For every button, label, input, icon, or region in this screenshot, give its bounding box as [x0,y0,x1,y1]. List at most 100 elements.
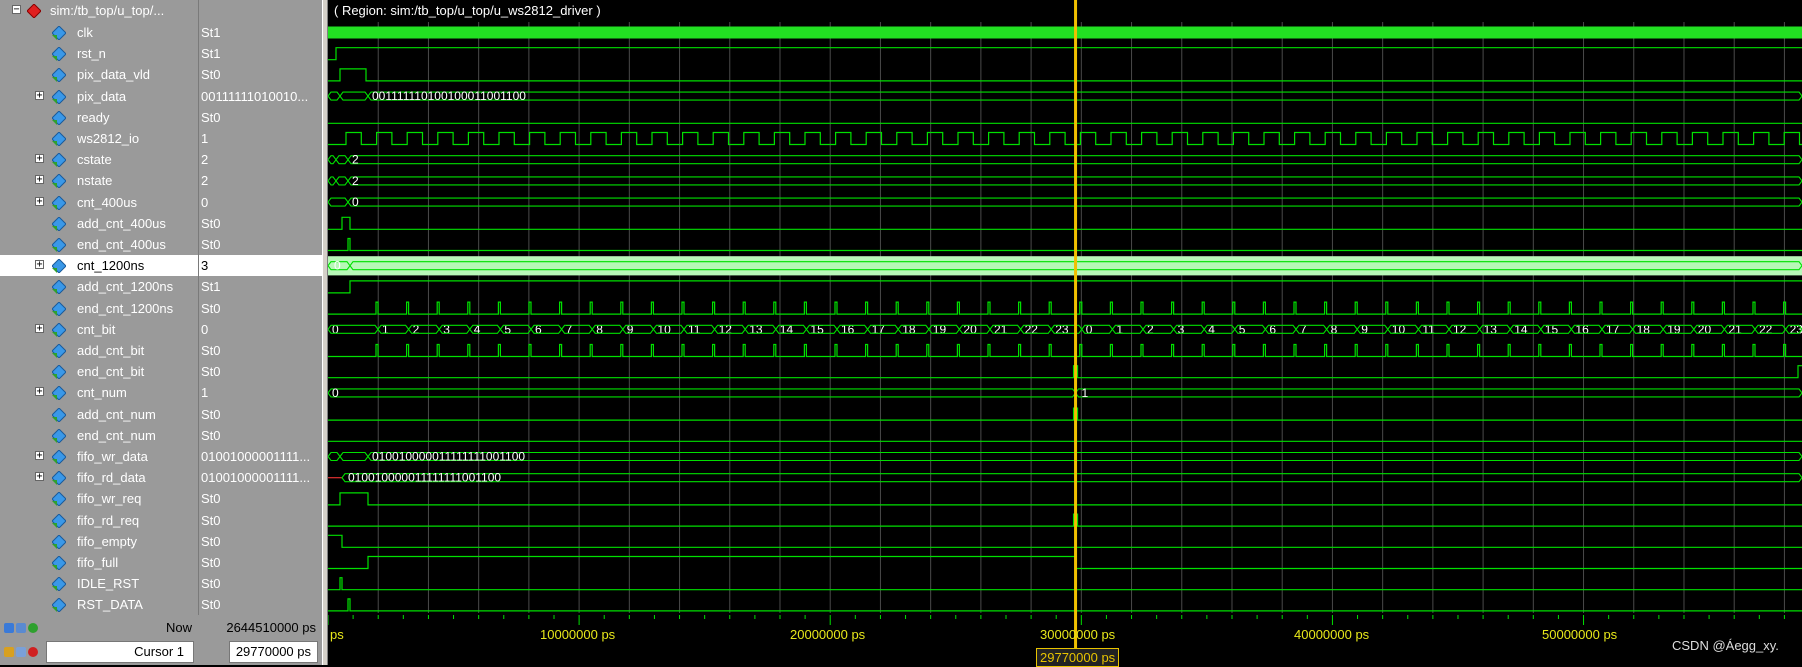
value-row-add_cnt_1200ns[interactable]: St1 [199,276,323,297]
remove-circle-icon[interactable] [28,647,38,657]
expand-icon[interactable]: + [35,175,44,185]
signal-value: St0 [201,215,221,231]
signal-row-fifo_rd_req[interactable]: fifo_rd_req [0,510,198,531]
lock-icon[interactable] [4,647,14,657]
signal-row-end_cnt_num[interactable]: end_cnt_num [0,425,198,446]
value-row-ready[interactable]: St0 [199,107,323,128]
signal-diamond-icon [51,152,67,168]
signal-row-fifo_rd_data[interactable]: + fifo_rd_data [0,467,198,488]
pix_data_vld-wave [328,68,1802,82]
signal-row-fifo_wr_req[interactable]: fifo_wr_req [0,488,198,509]
value-row-end_cnt_num[interactable]: St0 [199,425,323,446]
signal-row-cnt_num[interactable]: + cnt_num [0,382,198,403]
waveform-canvas[interactable]: 00111111010010001100110022000 1 2 3 4 5 6 7 8 9 10… [328,0,1802,613]
signal-row-end_cnt_bit[interactable]: end_cnt_bit [0,361,198,382]
add-icon[interactable] [16,623,26,633]
signal-name: end_cnt_1200ns [77,300,174,316]
signal-row-add_cnt_num[interactable]: add_cnt_num [0,404,198,425]
value-row-fifo_rd_req[interactable]: St0 [199,510,323,531]
value-row-cnt_400us[interactable]: 0 [199,192,323,213]
root-instance-row[interactable]: − sim:/tb_top/u_top/... [0,0,198,21]
signal-name: nstate [77,173,113,189]
expand-icon[interactable]: + [35,90,44,100]
cnt_bit-label: 0 [332,322,339,336]
value-row-pix_data[interactable]: 00111111010010... [199,86,323,107]
signal-diamond-icon [51,131,67,147]
signal-row-add_cnt_400us[interactable]: add_cnt_400us [0,213,198,234]
signal-row-cnt_bit[interactable]: + cnt_bit [0,319,198,340]
value-row-end_cnt_bit[interactable]: St0 [199,361,323,382]
signal-row-fifo_empty[interactable]: fifo_empty [0,531,198,552]
value-row-add_cnt_400us[interactable]: St0 [199,213,323,234]
signal-row-IDLE_RST[interactable]: IDLE_RST [0,573,198,594]
add_cnt_400us-wave [328,216,1802,230]
value-row-RST_DATA[interactable]: St0 [199,594,323,615]
signal-row-end_cnt_1200ns[interactable]: end_cnt_1200ns [0,298,198,319]
signal-row-fifo_full[interactable]: fifo_full [0,552,198,573]
value-row-rst_n[interactable]: St1 [199,43,323,64]
value-row-end_cnt_400us[interactable]: St0 [199,234,323,255]
signal-row-cstate[interactable]: + cstate [0,149,198,170]
end_cnt_bit-wave [328,365,1802,379]
value-row-ws2812_io[interactable]: 1 [199,128,323,149]
cnt_bit-label: 10 [657,322,671,336]
signal-diamond-icon [51,216,67,232]
signal-row-add_cnt_1200ns[interactable]: add_cnt_1200ns [0,276,198,297]
fifo_full-wave [328,555,1802,570]
signal-row-rst_n[interactable]: rst_n [0,43,198,64]
value-row-fifo_rd_data[interactable]: 01001000001111... [199,467,323,488]
signal-name: pix_data_vld [77,67,150,83]
signal-row-cnt_400us[interactable]: + cnt_400us [0,192,198,213]
cursor-time-label[interactable]: 29770000 ps [1036,648,1120,667]
time-tick-label-5: 50000000 ps [1542,627,1618,642]
cnt_bit-label: 5 [504,322,511,336]
value-row-cstate[interactable]: 2 [199,149,323,170]
expand-icon[interactable]: + [35,154,44,164]
signal-row-add_cnt_bit[interactable]: add_cnt_bit [0,340,198,361]
signal-row-end_cnt_400us[interactable]: end_cnt_400us [0,234,198,255]
cursor-value[interactable]: 29770000 ps [228,641,318,663]
expand-icon[interactable]: + [35,451,44,461]
value-row-cnt_bit[interactable]: 0 [199,319,323,340]
signal-name: cnt_num [77,385,127,401]
value-row-fifo_wr_req[interactable]: St0 [199,488,323,509]
cnt_bit-label: 7 [566,322,573,336]
expand-icon[interactable]: + [35,260,44,270]
signal-row-nstate[interactable]: + nstate [0,170,198,191]
expand-icon[interactable]: + [35,472,44,482]
signal-row-ws2812_io[interactable]: ws2812_io [0,128,198,149]
value-row-end_cnt_1200ns[interactable]: St0 [199,298,323,319]
value-row-add_cnt_num[interactable]: St0 [199,404,323,425]
signal-row-fifo_wr_data[interactable]: + fifo_wr_data [0,446,198,467]
value-row-nstate[interactable]: 2 [199,170,323,191]
signal-row-ready[interactable]: ready [0,107,198,128]
value-row-cnt_num[interactable]: 1 [199,382,323,403]
value-row-fifo_full[interactable]: St0 [199,552,323,573]
plus-circle-icon[interactable] [28,623,38,633]
signal-name: fifo_rd_req [77,512,140,528]
collapse-icon[interactable]: − [12,5,21,15]
value-row-clk[interactable]: St1 [199,22,323,43]
expand-icon[interactable]: + [35,196,44,206]
signal-row-pix_data_vld[interactable]: pix_data_vld [0,64,198,85]
expand-icon[interactable]: + [35,387,44,397]
signal-row-pix_data[interactable]: + pix_data [0,86,198,107]
waveform-icon[interactable] [4,623,14,633]
value-row-pix_data_vld[interactable]: St0 [199,64,323,85]
signal-name-pane: − sim:/tb_top/u_top/... clk rst_n pix_data… [0,0,198,615]
signal-row-RST_DATA[interactable]: RST_DATA [0,594,198,615]
signal-value: St0 [201,512,221,528]
value-row-IDLE_RST[interactable]: St0 [199,573,323,594]
expand-icon[interactable]: + [35,323,44,333]
cnt_bit-label: 21 [994,322,1008,336]
value-row-fifo_empty[interactable]: St0 [199,531,323,552]
IDLE_RST-wave [328,577,1802,591]
value-row-cnt_1200ns[interactable]: 3 [199,255,323,277]
value-row-add_cnt_bit[interactable]: St0 [199,340,323,361]
waveform-pane[interactable]: 001111110100100011001100 2 2 0 0 0 1 2 3 4 5 6 7 8 9 10… [328,0,1802,613]
signal-row-clk[interactable]: clk [0,22,198,43]
pencil-icon[interactable] [16,647,26,657]
signal-diamond-icon [51,194,67,211]
signal-row-cnt_1200ns[interactable]: + cnt_1200ns [0,255,198,277]
value-row-fifo_wr_data[interactable]: 01001000001111... [199,446,323,467]
